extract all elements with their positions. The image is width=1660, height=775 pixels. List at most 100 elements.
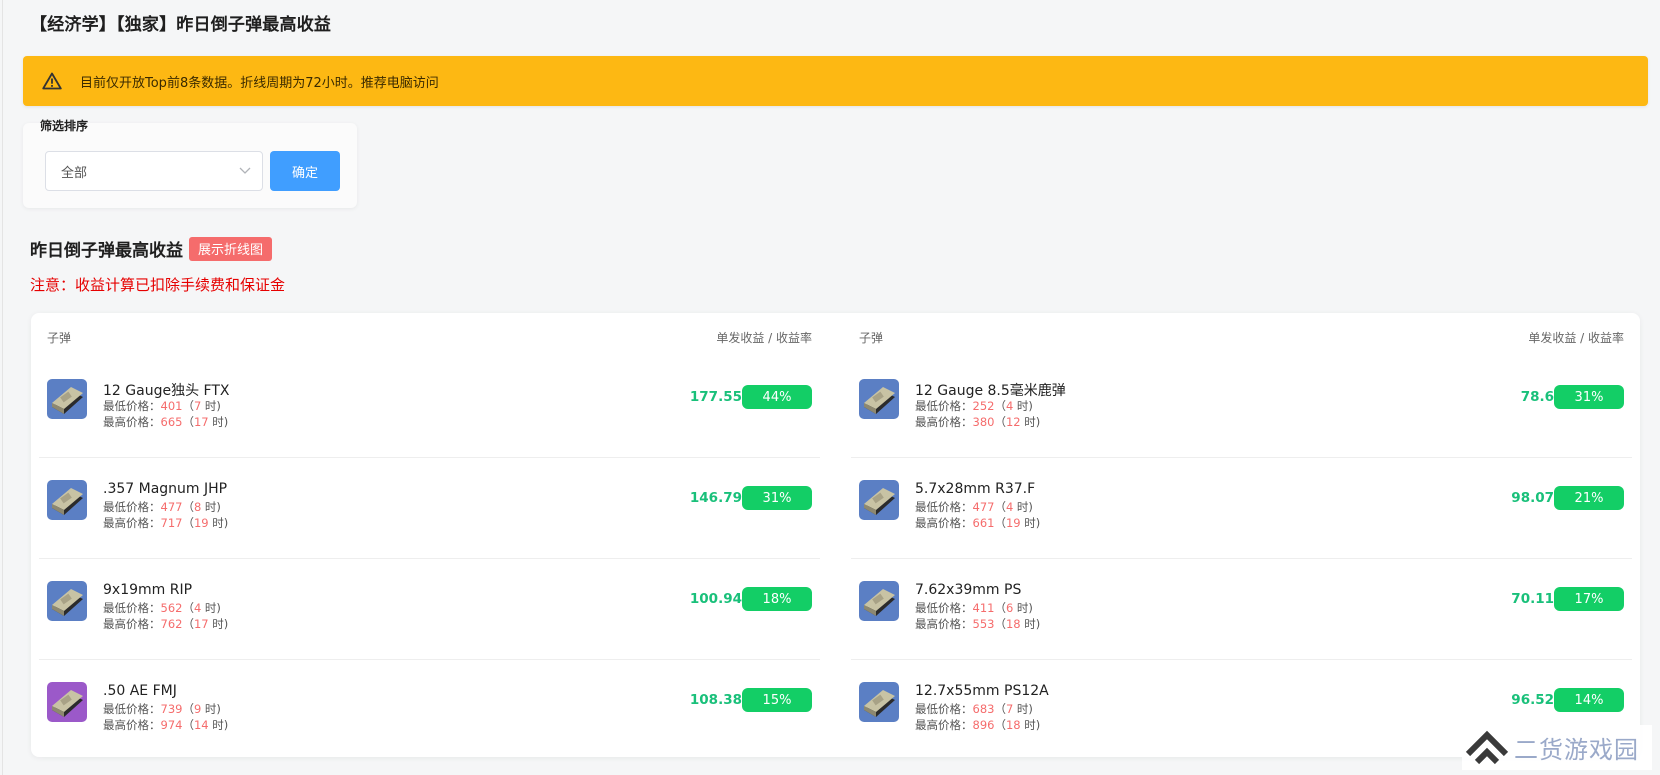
single-profit: 177.55	[689, 389, 742, 405]
single-profit: 98.07	[1511, 490, 1554, 506]
sort-select-value: 全部	[61, 165, 88, 181]
max-price-line: 最高价格：717（19 时)	[103, 515, 228, 531]
max-price-label: 最高价格：	[915, 617, 973, 631]
min-price-label: 最低价格：	[103, 601, 161, 615]
max-price-line: 最高价格：553（18 时)	[915, 616, 1040, 632]
profit-rate-badge: 44%	[742, 385, 812, 409]
ammo-name: 12 Gauge 8.5毫米鹿弹	[915, 383, 1066, 399]
min-price: 477	[972, 500, 995, 514]
hour-suffix: 时)	[201, 399, 221, 413]
header-ammo: 子弹	[47, 331, 72, 345]
profit-rate-badge: 14%	[1554, 688, 1624, 712]
ammo-name: 12 Gauge独头 FTX	[103, 383, 230, 399]
max-price: 896	[972, 718, 995, 732]
max-price-label: 最高价格：	[915, 718, 973, 732]
site-logo-icon	[1464, 728, 1510, 768]
hour-suffix: 时)	[201, 601, 221, 615]
table-row[interactable]: 12 Gauge独头 FTX 最低价格：401（7 时) 最高价格：665（17 时…	[39, 357, 820, 458]
single-profit: 78.6	[1520, 389, 1554, 405]
min-price-label: 最低价格：	[915, 702, 973, 716]
paren-open: （	[182, 601, 194, 615]
max-hour: 18	[1005, 718, 1021, 732]
alert-text: 目前仅开放Top前8条数据。折线周期为72小时。推荐电脑访问	[80, 75, 439, 91]
profit-rate-badge: 31%	[1554, 385, 1624, 409]
profit-rate-badge: 15%	[742, 688, 812, 712]
min-price-line: 最低价格：739（9 时)	[103, 701, 221, 717]
max-price-line: 最高价格：896（18 时)	[915, 717, 1040, 733]
ammo-column-right: 子弹 单发收益 / 收益率 12 Gauge 8.5毫米鹿弹 最低价格： 252 （ 4…	[851, 313, 1632, 757]
profit-rate-badge: 18%	[742, 587, 812, 611]
max-price: 717	[160, 516, 183, 530]
min-price: 562	[160, 601, 183, 615]
max-hour: 14	[193, 718, 209, 732]
profit-rate-badge: 31%	[742, 486, 812, 510]
table-row[interactable]: 5.7x28mm R37.F 最低价格：477（4 时) 最高价格：661（19 时…	[851, 458, 1632, 559]
paren-open: （	[182, 718, 194, 732]
paren-open: （	[994, 516, 1006, 530]
max-price-line: 最高价格：665（17 时)	[103, 414, 228, 430]
table-row[interactable]: 12 Gauge 8.5毫米鹿弹 最低价格：252（4 时) 最高价格：380（12…	[851, 357, 1632, 458]
table-row[interactable]: 9x19mm RIP 最低价格：562（4 时) 最高价格：762（17 时) 100…	[39, 559, 820, 660]
page-left-border	[2, 0, 3, 775]
max-price: 661	[972, 516, 995, 530]
max-price-line: 最高价格：380（12 时)	[915, 414, 1040, 430]
hour-suffix: 时)	[201, 702, 221, 716]
paren-open: （	[994, 601, 1006, 615]
column-header: 子弹 单发收益 / 收益率	[39, 329, 820, 346]
profit-rate-badge: 17%	[1554, 587, 1624, 611]
max-price: 974	[160, 718, 183, 732]
filter-label: 筛选排序	[40, 119, 89, 133]
sort-select[interactable]: 全部	[45, 151, 263, 191]
min-price: 477	[160, 500, 183, 514]
profit-rate-badge: 21%	[1554, 486, 1624, 510]
ammo-box-icon	[47, 379, 87, 419]
ammo-name: .50 AE FMJ	[103, 683, 177, 699]
paren-open: （	[994, 617, 1006, 631]
single-profit: 100.94	[689, 591, 742, 607]
hour-suffix: 时)	[1020, 516, 1041, 530]
max-price-label: 最高价格：	[103, 415, 161, 429]
ammo-box-icon	[859, 379, 899, 419]
min-price: 252	[972, 399, 995, 413]
ammo-box-icon	[859, 480, 899, 520]
chevron-down-icon	[238, 164, 252, 178]
hour-suffix: 时)	[208, 718, 229, 732]
min-price-line: 最低价格：477（8 时)	[103, 499, 221, 515]
paren-open: （	[182, 702, 194, 716]
hour-suffix: 时)	[1013, 500, 1033, 514]
warning-icon	[41, 70, 63, 92]
show-chart-button[interactable]: 展示折线图	[189, 236, 273, 261]
confirm-button[interactable]: 确定	[270, 151, 340, 191]
ammo-name: 5.7x28mm R37.F	[915, 481, 1036, 497]
paren-open: （	[994, 415, 1006, 429]
table-row[interactable]: 7.62x39mm PS 最低价格：411（6 时) 最高价格：553（18 时) 7…	[851, 559, 1632, 660]
header-profit: 单发收益 / 收益率	[716, 331, 812, 345]
max-price: 380	[972, 415, 995, 429]
table-row[interactable]: .50 AE FMJ 最低价格：739（9 时) 最高价格：974（14 时) 108…	[39, 660, 820, 761]
hour-suffix: 时)	[1020, 617, 1041, 631]
site-watermark: 二货游戏园	[1462, 725, 1652, 770]
section-header: 昨日倒子弹最高收益 展示折线图	[30, 236, 273, 261]
max-price-line: 最高价格：661（19 时)	[915, 515, 1040, 531]
ammo-box-icon	[47, 581, 87, 621]
min-price: 401	[160, 399, 183, 413]
ammo-box-icon	[859, 682, 899, 722]
paren-open: （	[182, 399, 194, 413]
max-price-label: 最高价格：	[915, 516, 973, 530]
max-hour: 19	[1005, 516, 1021, 530]
table-row[interactable]: .357 Magnum JHP 最低价格：477（8 时) 最高价格：717（19 …	[39, 458, 820, 559]
max-price-line: 最高价格：762（17 时)	[103, 616, 228, 632]
min-price-line: 最低价格：477（4 时)	[915, 499, 1033, 515]
paren-open: （	[182, 516, 194, 530]
section-title: 昨日倒子弹最高收益	[30, 241, 183, 261]
min-price: 683	[972, 702, 995, 716]
column-header: 子弹 单发收益 / 收益率	[851, 329, 1632, 346]
hour-suffix: 时)	[1020, 718, 1041, 732]
min-price: 739	[160, 702, 183, 716]
max-price-label: 最高价格：	[103, 617, 161, 631]
header-profit: 单发收益 / 收益率	[1528, 331, 1624, 345]
max-price: 553	[972, 617, 995, 631]
min-price-line: 最低价格：562（4 时)	[103, 600, 221, 616]
single-profit: 96.52	[1511, 692, 1554, 708]
hour-suffix: 时)	[1020, 415, 1041, 429]
